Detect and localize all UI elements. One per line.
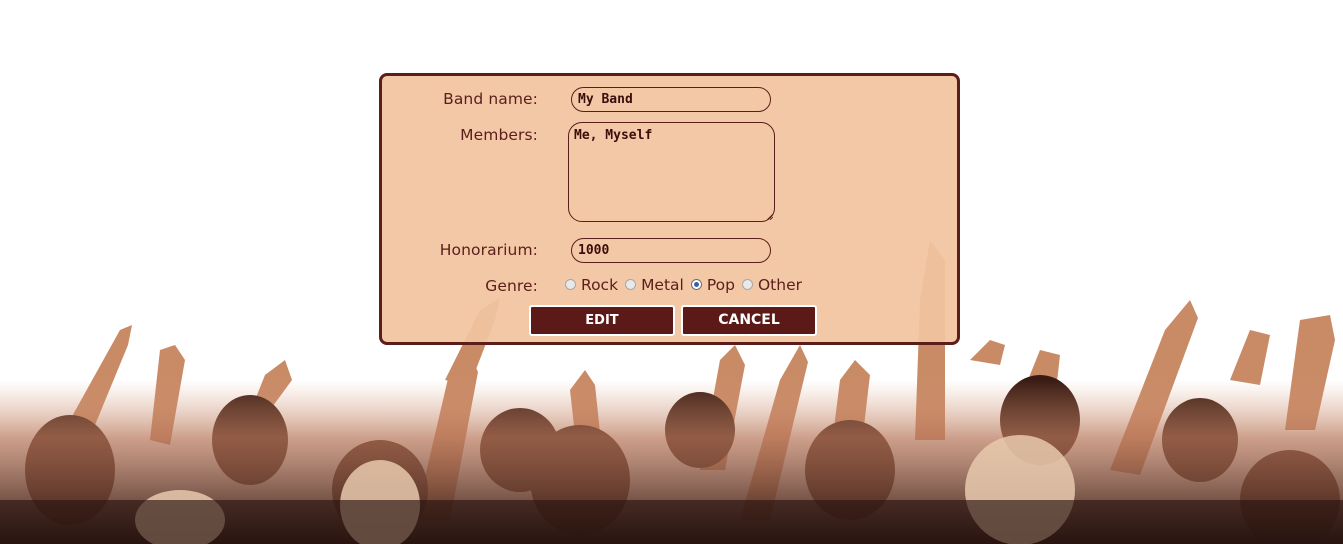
radio-pop[interactable] <box>690 278 702 290</box>
band-name-label: Band name: <box>443 90 538 108</box>
band-form-panel: Band name: Members: Honorarium: Genre: R… <box>379 73 960 345</box>
members-textarea-wrap <box>568 122 775 222</box>
genre-label: Genre: <box>485 277 538 295</box>
radio-other[interactable] <box>741 278 753 290</box>
genre-option-other[interactable]: Other <box>741 276 802 294</box>
genre-radio-group: Rock Metal Pop Other <box>565 276 809 294</box>
honorarium-label: Honorarium: <box>439 241 538 259</box>
page: Band name: Members: Honorarium: Genre: R… <box>0 0 1343 544</box>
members-textarea[interactable] <box>568 122 775 222</box>
members-label: Members: <box>460 126 538 144</box>
genre-option-label: Rock <box>581 276 619 294</box>
radio-metal[interactable] <box>625 278 637 290</box>
edit-button[interactable]: EDIT <box>529 305 675 336</box>
band-name-input[interactable] <box>571 87 771 112</box>
genre-option-pop[interactable]: Pop <box>690 276 735 294</box>
honorarium-input[interactable] <box>571 238 771 263</box>
genre-option-label: Other <box>757 276 802 294</box>
resize-grip-icon[interactable] <box>767 214 773 220</box>
genre-option-metal[interactable]: Metal <box>625 276 684 294</box>
cancel-button[interactable]: CANCEL <box>681 305 817 336</box>
genre-option-rock[interactable]: Rock <box>565 276 618 294</box>
genre-option-label: Pop <box>706 276 735 294</box>
radio-rock[interactable] <box>565 278 576 290</box>
genre-option-label: Metal <box>641 276 684 294</box>
